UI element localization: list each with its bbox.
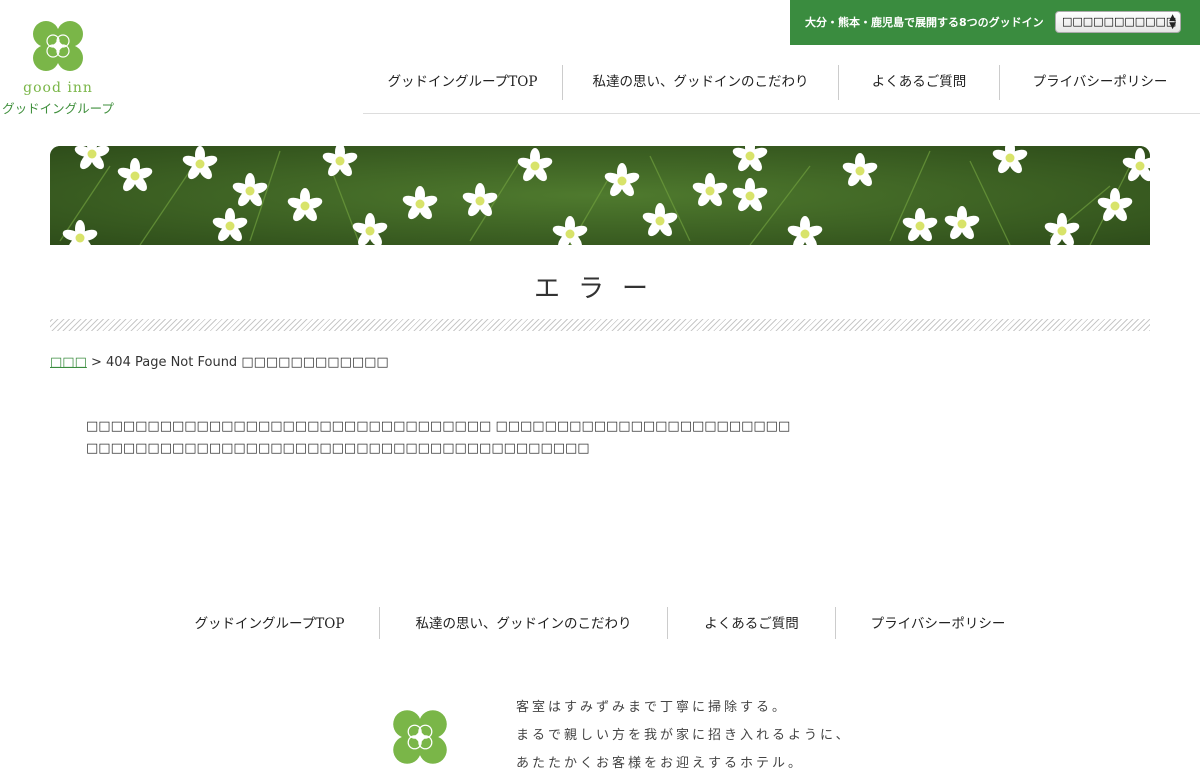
breadcrumb-home-link[interactable]: □□□ xyxy=(50,355,87,370)
breadcrumb-current: 404 Page Not Found □□□□□□□□□□□□ xyxy=(106,355,389,370)
error-message: □□□□□□□□□□□□□□□□□□□□□□□□□□□□□□□□□ □□□□□□… xyxy=(86,416,790,460)
footer-message-line: あたたかくお客様をお迎えするホテル。 xyxy=(516,756,805,771)
footer-logo xyxy=(390,707,450,771)
nav-item-faq[interactable]: よくあるご質問 xyxy=(839,65,999,100)
top-bar: 大分・熊本・鹿児島で展開する8つのグッドイン □□□□□□□□□□□ ▲ ▼ xyxy=(790,0,1200,45)
footer-message-line: まるで親しい方を我が家に招き入れるように、 xyxy=(516,728,852,743)
nav-item-top[interactable]: グッドイングループTOP xyxy=(363,65,562,100)
logo[interactable]: good inn グッドイングループ xyxy=(0,18,116,117)
page-title: エラー xyxy=(533,274,666,304)
global-nav: グッドイングループTOP 私達の思い、グッドインのこだわり よくあるご質問 プラ… xyxy=(363,65,1200,114)
footer-message: 客室はすみずみまで丁寧に掃除する。 まるで親しい方を我が家に招き入れるように、 … xyxy=(516,694,852,778)
footer-nav-item-top[interactable]: グッドイングループTOP xyxy=(160,607,379,639)
flower-banner-image xyxy=(50,146,1150,245)
logo-text-jp: グッドイングループ xyxy=(2,101,114,116)
breadcrumb-separator: > xyxy=(86,355,107,370)
breadcrumb: □□□ > 404 Page Not Found □□□□□□□□□□□□ xyxy=(50,355,389,370)
error-message-line: □□□□□□□□□□□□□□□□□□□□□□□□□□□□□□□□□ □□□□□□… xyxy=(86,419,791,434)
footer-nav-item-faq[interactable]: よくあるご質問 xyxy=(668,607,835,639)
footer-nav-item-privacy[interactable]: プライバシーポリシー xyxy=(836,607,1040,639)
footer-message-line: 客室はすみずみまで丁寧に掃除する。 xyxy=(516,700,789,715)
footer-nav: グッドイングループTOP 私達の思い、グッドインのこだわり よくあるご質問 プラ… xyxy=(160,607,1040,639)
hatched-divider xyxy=(50,319,1150,331)
logo-text-en: good inn xyxy=(23,80,93,96)
clover-logo-icon xyxy=(393,710,447,764)
nav-item-privacy[interactable]: プライバシーポリシー xyxy=(1000,65,1200,100)
clover-logo-icon xyxy=(33,21,83,71)
flower-banner-graphic xyxy=(50,146,1150,245)
top-bar-text: 大分・熊本・鹿児島で展開する8つのグッドイン xyxy=(805,16,1044,29)
select-arrows-icon: ▲ ▼ xyxy=(1169,13,1176,31)
hotel-select[interactable]: □□□□□□□□□□□ ▲ ▼ xyxy=(1055,11,1181,33)
footer-nav-item-commitment[interactable]: 私達の思い、グッドインのこだわり xyxy=(380,607,667,639)
hotel-select-value: □□□□□□□□□□□ xyxy=(1062,15,1177,28)
nav-item-commitment[interactable]: 私達の思い、グッドインのこだわり xyxy=(563,65,838,100)
error-message-line: □□□□□□□□□□□□□□□□□□□□□□□□□□□□□□□□□□□□□□□□… xyxy=(86,441,590,456)
